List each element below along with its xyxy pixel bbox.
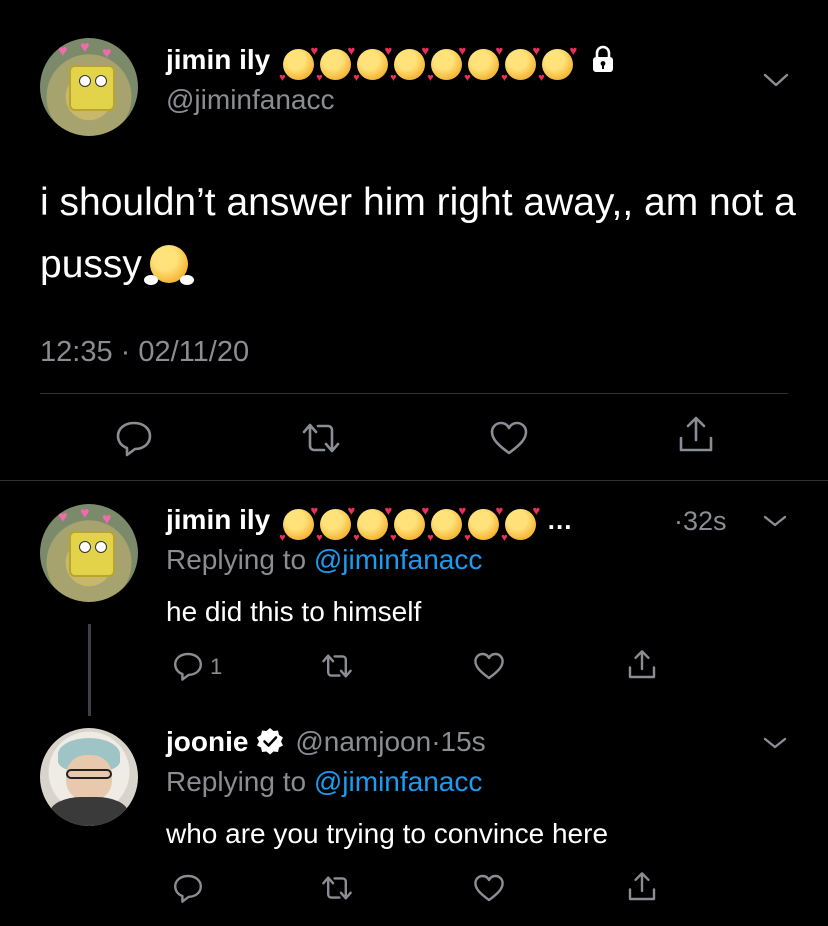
avatar-joonie[interactable] xyxy=(40,728,138,826)
replying-handle-link[interactable]: @jiminfanacc xyxy=(314,544,482,575)
smiling-hearts-emoji xyxy=(390,43,429,84)
section-divider xyxy=(0,480,828,481)
tweet-time: 12:35 xyxy=(40,336,113,368)
smiling-hearts-emoji xyxy=(464,43,503,84)
smiling-hearts-emoji xyxy=(353,43,392,84)
heart-icon[interactable] xyxy=(472,650,506,682)
handle[interactable]: @jiminfanacc xyxy=(166,84,334,116)
chevron-down-icon[interactable] xyxy=(762,72,790,88)
retweet-icon[interactable] xyxy=(298,418,344,458)
smiling-hearts-emoji xyxy=(427,503,466,544)
replying-handle-link[interactable]: @jiminfanacc xyxy=(314,766,482,797)
handle[interactable]: @namjoon xyxy=(295,726,431,757)
retweet-icon[interactable] xyxy=(318,650,356,682)
lock-icon xyxy=(592,45,613,72)
name-ellipsis: … xyxy=(546,505,573,535)
smiling-hearts-emoji xyxy=(390,503,429,544)
smiling-hearts-emoji xyxy=(316,43,355,84)
reply-count: 1 xyxy=(210,654,223,679)
chevron-down-icon[interactable] xyxy=(762,736,788,750)
separator-dot: · xyxy=(120,336,131,368)
timestamp[interactable]: 12:35 · 02/11/20 xyxy=(40,336,249,369)
reply-text: who are you trying to convince here xyxy=(166,818,609,849)
display-name[interactable]: jimin ily xyxy=(166,44,270,75)
reply-time[interactable]: ·15s xyxy=(431,726,485,757)
avatar-jimin[interactable]: ♥ ♥ ♥ xyxy=(40,504,138,602)
smiling-hearts-emoji xyxy=(464,503,503,544)
smiling-hearts-emoji xyxy=(538,43,577,84)
reply-icon[interactable] xyxy=(114,418,154,458)
retweet-icon[interactable] xyxy=(318,872,356,904)
share-icon[interactable] xyxy=(626,870,658,904)
heart-icon[interactable] xyxy=(488,418,530,458)
smiling-hearts-emoji xyxy=(427,43,466,84)
share-icon[interactable] xyxy=(626,648,658,682)
tweet-text-block: i shouldn’t answer him right away,, am n… xyxy=(40,172,800,296)
chevron-down-icon[interactable] xyxy=(762,514,788,528)
avatar-jimin[interactable]: ♥ ♥ ♥ xyxy=(40,38,138,136)
replying-prefix: Replying to xyxy=(166,544,307,575)
display-name[interactable]: jimin ily xyxy=(166,504,270,535)
smiling-hearts-emoji xyxy=(279,503,318,544)
heart-icon[interactable] xyxy=(472,872,506,904)
display-name[interactable]: joonie xyxy=(166,726,248,757)
smiling-hearts-emoji xyxy=(279,43,318,84)
replying-to: Replying to @jiminfanacc xyxy=(166,544,482,576)
thread-line xyxy=(88,624,91,716)
reply-text: he did this to himself xyxy=(166,596,422,627)
smiling-hearts-emoji xyxy=(501,43,540,84)
reply-icon[interactable] xyxy=(172,872,204,904)
reply-icon[interactable] xyxy=(172,650,204,682)
divider xyxy=(40,393,788,394)
smiling-hearts-emoji xyxy=(501,503,540,544)
reply-time[interactable]: ·32s xyxy=(674,506,727,537)
huffing-face-emoji xyxy=(143,245,194,285)
replying-prefix: Replying to xyxy=(166,766,307,797)
share-icon[interactable] xyxy=(676,414,716,456)
tweet-date: 02/11/20 xyxy=(138,336,250,368)
replying-to: Replying to @jiminfanacc xyxy=(166,766,482,798)
smiling-hearts-emoji xyxy=(316,503,355,544)
smiling-hearts-emoji xyxy=(353,503,392,544)
verified-icon xyxy=(256,728,283,755)
